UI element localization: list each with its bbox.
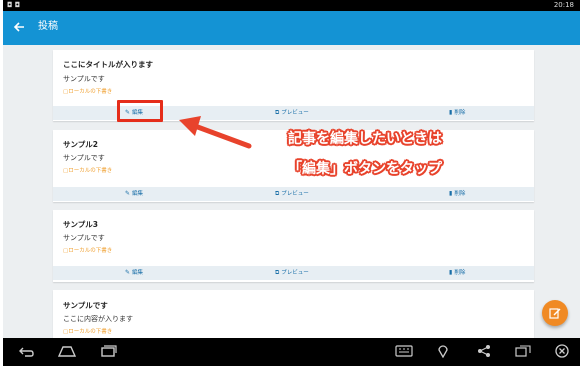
edit-button[interactable]: ✎ 編集	[125, 268, 143, 276]
location-icon[interactable]	[437, 344, 449, 358]
delete-button[interactable]: ▮ 削除	[449, 108, 465, 116]
edit-button[interactable]: ✎ 編集	[125, 189, 143, 197]
post-card[interactable]: サンプル3 サンプルです ▢ローカルの下書き ✎ 編集 ⧉ プレビュー ▮ 削除	[53, 210, 534, 282]
trash-icon: ▮	[449, 109, 453, 116]
page-title: 投稿	[38, 21, 58, 32]
close-circle-icon[interactable]	[555, 344, 569, 358]
card-actions: ✎ 編集 ⧉ プレビュー ▮ 削除	[53, 266, 534, 280]
trash-icon: ▮	[449, 269, 453, 276]
home-nav-icon[interactable]	[57, 344, 77, 358]
post-body: サンプルです	[63, 75, 105, 83]
app-bar: 投稿	[3, 11, 580, 45]
open-icon: ⧉	[275, 190, 280, 197]
post-body: サンプルです	[63, 234, 105, 242]
back-arrow-icon[interactable]	[11, 19, 27, 35]
post-body: ここに内容が入ります	[63, 315, 133, 323]
new-post-fab-button[interactable]	[542, 300, 568, 326]
pencil-icon: ✎	[125, 269, 131, 276]
keyboard-icon[interactable]	[395, 344, 413, 358]
preview-button[interactable]: ⧉ プレビュー	[275, 189, 309, 198]
delete-button[interactable]: ▮ 削除	[449, 268, 465, 276]
card-actions: ✎ 編集 ⧉ プレビュー ▮ 削除	[53, 187, 534, 201]
screen-icon[interactable]	[515, 344, 531, 358]
preview-button[interactable]: ⧉ プレビュー	[275, 108, 309, 117]
post-title: サンプルです	[63, 301, 108, 310]
system-nav-bar	[3, 338, 580, 366]
recents-nav-icon[interactable]	[99, 344, 117, 358]
draft-status: ▢ローカルの下書き	[63, 329, 113, 335]
notification-icons: ◘ ◘	[7, 1, 21, 9]
draft-status: ▢ローカルの下書き	[63, 248, 113, 254]
preview-button[interactable]: ⧉ プレビュー	[275, 268, 309, 277]
delete-button[interactable]: ▮ 削除	[449, 189, 465, 197]
annotation-line-1: 記事を編集したいときは	[288, 131, 442, 147]
status-time: 20:18	[553, 1, 574, 9]
open-icon: ⧉	[275, 109, 280, 116]
status-bar: ◘ ◘ 20:18	[3, 0, 580, 11]
draft-status: ▢ローカルの下書き	[63, 89, 113, 95]
trash-icon: ▮	[449, 190, 453, 197]
post-title: サンプル3	[63, 220, 98, 229]
draft-status: ▢ローカルの下書き	[63, 168, 113, 174]
annotation-line-2: 「編集」ボタンをタップ	[288, 161, 442, 177]
back-nav-icon[interactable]	[17, 344, 35, 358]
edit-button-highlight	[117, 100, 163, 122]
open-icon: ⧉	[275, 269, 280, 276]
annotation-callout: 記事を編集したいときは 「編集」ボタンをタップ	[255, 124, 475, 184]
post-title: ここにタイトルが入ります	[63, 60, 153, 69]
device-screen: ◘ ◘ 20:18 投稿 ここにタイトルが入ります サンプルです ▢ローカルの下…	[3, 0, 580, 366]
callout-arrow-icon	[179, 116, 252, 149]
share-icon[interactable]	[477, 344, 491, 358]
post-title: サンプル2	[63, 140, 98, 149]
post-body: サンプルです	[63, 154, 105, 162]
compose-icon	[549, 308, 561, 319]
pencil-icon: ✎	[125, 190, 131, 197]
